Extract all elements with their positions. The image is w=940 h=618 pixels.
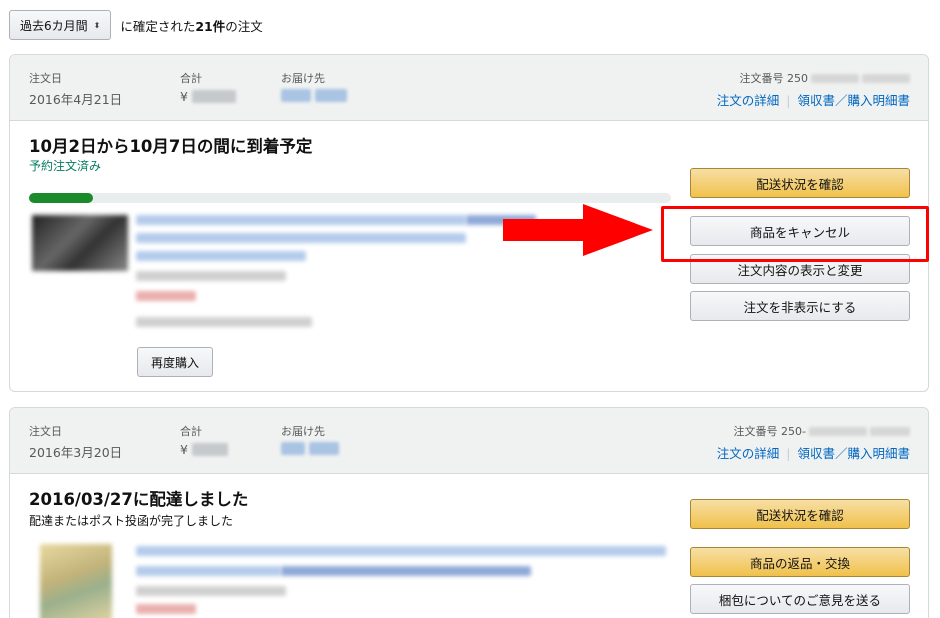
redacted-amount: [191, 443, 228, 456]
order-header: 注文日 2016年4月21日 合計 ¥ お届け先 注文番号 250 注文の詳細 |…: [10, 55, 928, 121]
select-caret-icon: ⬍: [93, 20, 101, 30]
redacted-name: [281, 89, 311, 102]
view-edit-order-button[interactable]: 注文内容の表示と変更: [690, 254, 910, 284]
seller-info-line: [136, 271, 286, 281]
product-title-line[interactable]: [136, 233, 466, 243]
product-title-line[interactable]: [281, 566, 531, 576]
redacted-name: [281, 442, 305, 455]
cancel-item-button[interactable]: 商品をキャンセル: [690, 216, 910, 246]
redacted-order-number: [811, 73, 859, 83]
redacted-name: [309, 442, 339, 455]
order-date-label: 注文日: [29, 425, 62, 438]
order-date-label: 注文日: [29, 72, 62, 85]
product-title-line[interactable]: [136, 566, 281, 576]
product-title-line[interactable]: [136, 251, 306, 261]
product-image[interactable]: [40, 544, 112, 618]
order-total: ¥: [180, 89, 236, 104]
redacted-order-number: [862, 73, 910, 83]
order-total: ¥: [180, 442, 228, 457]
period-select[interactable]: 過去6カ月間 ⬍: [9, 10, 112, 40]
order-date: 2016年3月20日: [29, 445, 123, 460]
ship-to-name[interactable]: [281, 89, 347, 102]
total-label: 合計: [180, 72, 202, 85]
packaging-feedback-button[interactable]: 梱包についてのご意見を送る: [690, 584, 910, 614]
order-count-text: に確定された21件の注文: [120, 18, 263, 34]
delivery-status-title: 2016/03/27に配達しました: [29, 490, 249, 509]
product-image[interactable]: [32, 215, 128, 271]
delivery-status-title: 10月2日から10月7日の間に到着予定: [29, 137, 313, 156]
period-select-label: 過去6カ月間: [20, 18, 88, 33]
return-info-line: [136, 317, 312, 327]
buy-again-button[interactable]: 再度購入: [137, 347, 213, 377]
order-card: 注文日 2016年3月20日 合計 ¥ お届け先 注文番号 250- 注文の詳細…: [9, 407, 929, 618]
track-package-button[interactable]: 配送状況を確認: [690, 168, 910, 198]
redacted-order-number: [870, 426, 910, 436]
red-arrow-icon: [503, 204, 653, 256]
redacted-amount: [191, 90, 236, 103]
redacted-name: [315, 89, 347, 102]
order-details-link[interactable]: 注文の詳細: [717, 93, 780, 108]
price-line: [136, 291, 196, 301]
seller-info-line: [136, 586, 286, 596]
delivery-status-sub: 予約注文済み: [29, 159, 102, 173]
delivery-status-sub: 配達またはポスト投函が完了しました: [29, 514, 234, 528]
order-card: 注文日 2016年4月21日 合計 ¥ お届け先 注文番号 250 注文の詳細 |…: [9, 54, 929, 392]
receipt-link[interactable]: 領収書／購入明細書: [797, 93, 910, 108]
shipment-progress-fill: [29, 193, 94, 203]
order-number: 注文番号 250-: [717, 423, 910, 439]
order-filter-bar: 過去6カ月間 ⬍ に確定された21件の注文: [9, 9, 263, 41]
price-line: [136, 604, 196, 614]
return-item-button[interactable]: 商品の返品・交換: [690, 547, 910, 577]
product-title-line[interactable]: [136, 215, 466, 225]
ship-to-label: お届け先: [281, 72, 325, 85]
order-number: 注文番号 250: [717, 70, 910, 86]
redacted-order-number: [809, 426, 867, 436]
total-label: 合計: [180, 425, 202, 438]
order-count: 21件: [195, 18, 226, 34]
order-details-link[interactable]: 注文の詳細: [717, 446, 780, 461]
receipt-link[interactable]: 領収書／購入明細書: [797, 446, 910, 461]
shipment-progress-bar: [29, 193, 671, 203]
ship-to-name[interactable]: [281, 442, 339, 455]
ship-to-label: お届け先: [281, 425, 325, 438]
product-title-line[interactable]: [136, 546, 666, 556]
order-date: 2016年4月21日: [29, 92, 123, 107]
track-package-button[interactable]: 配送状況を確認: [690, 499, 910, 529]
order-header: 注文日 2016年3月20日 合計 ¥ お届け先 注文番号 250- 注文の詳細…: [10, 408, 928, 474]
hide-order-button[interactable]: 注文を非表示にする: [690, 291, 910, 321]
